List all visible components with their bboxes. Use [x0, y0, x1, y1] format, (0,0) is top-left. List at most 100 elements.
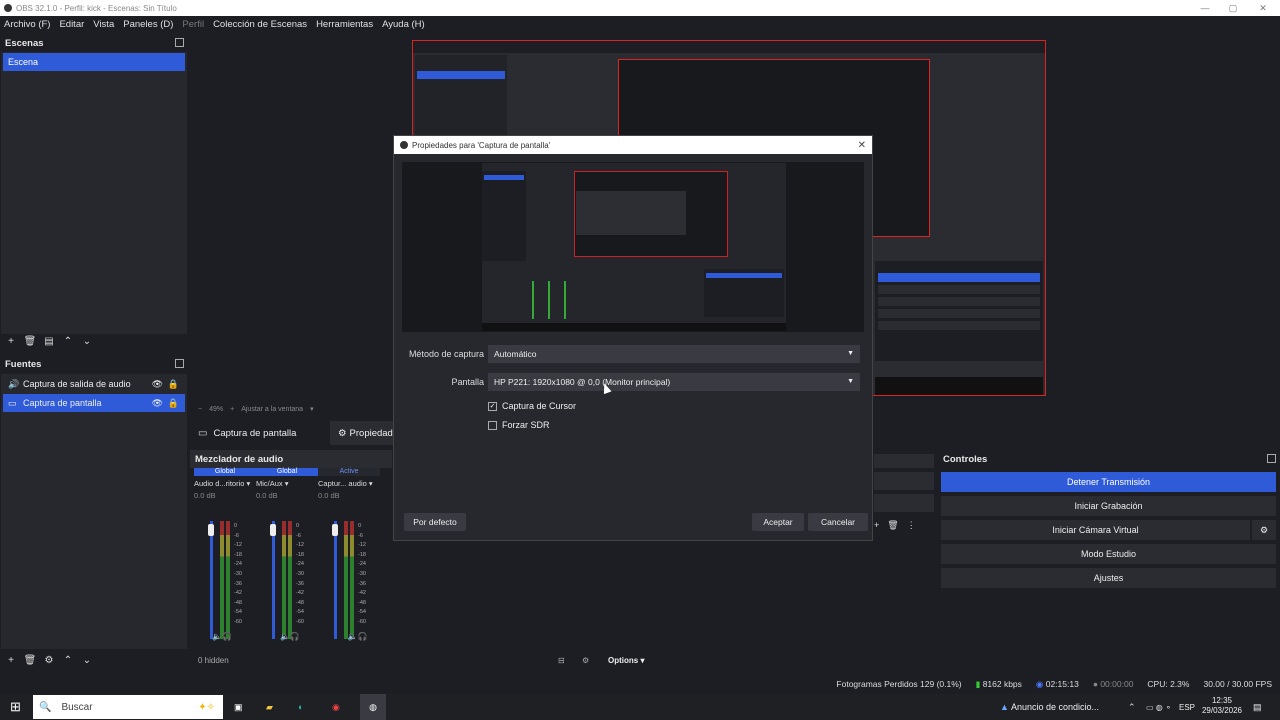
menu-editar[interactable]: Editar: [59, 19, 84, 30]
fader-knob[interactable]: [332, 524, 338, 536]
source-item[interactable]: 🔊 Captura de salida de audio 👁 🔒: [3, 375, 185, 393]
move-up-icon[interactable]: ⌃: [61, 334, 75, 348]
notifications-icon[interactable]: ▤: [1253, 702, 1262, 713]
menu-perfil[interactable]: Perfil: [182, 19, 204, 30]
menu-paneles[interactable]: Paneles (D): [123, 19, 173, 30]
capture-method-label: Método de captura: [408, 349, 484, 359]
chrome-icon[interactable]: ◉: [332, 702, 340, 713]
force-sdr-checkbox[interactable]: Forzar SDR: [488, 420, 550, 430]
close-icon[interactable]: ✕: [858, 140, 866, 151]
channel-name: Captur... audio: [318, 479, 367, 488]
add-icon[interactable]: +: [4, 334, 18, 348]
visibility-eye-icon[interactable]: 👁: [152, 398, 163, 409]
channel-name-dropdown[interactable]: Audio d...ritorio ▾: [194, 479, 256, 488]
menu-herramientas[interactable]: Herramientas: [316, 19, 373, 30]
source-item[interactable]: ▭ Captura de pantalla 👁 🔒: [3, 394, 185, 412]
fit-window-label[interactable]: Ajustar a la ventana: [241, 406, 303, 413]
channel-name-dropdown[interactable]: Captur... audio ▾: [318, 479, 380, 488]
checkbox-empty-icon: [488, 420, 497, 430]
news-widget[interactable]: ▲ Anuncio de condicio...: [1000, 702, 1099, 712]
stop-stream-button[interactable]: Detener Transmisión: [941, 472, 1276, 492]
scenes-title: Escenas: [5, 37, 44, 49]
undock-icon[interactable]: [175, 38, 184, 47]
screen-value: HP P221: 1920x1080 @ 0,0 (Monitor princi…: [494, 377, 671, 387]
start-recording-button[interactable]: Iniciar Grabación: [941, 496, 1276, 516]
maximize-button[interactable]: ▢: [1218, 0, 1248, 16]
fader-knob[interactable]: [208, 524, 214, 536]
window-title: OBS 32.1.0 - Perfil: kick - Escenas: Sin…: [16, 3, 177, 13]
taskbar-search[interactable]: 🔍 Buscar ✦✧: [33, 695, 223, 719]
scene-item[interactable]: Escena: [3, 53, 185, 71]
undock-icon[interactable]: [1267, 454, 1276, 463]
menu-vista[interactable]: Vista: [93, 19, 114, 30]
cancel-button[interactable]: Cancelar: [808, 513, 868, 531]
zoom-out-icon[interactable]: −: [198, 406, 202, 413]
obs-taskbar-icon[interactable]: ◍: [360, 694, 386, 720]
file-explorer-icon[interactable]: ▰: [266, 702, 273, 713]
language-indicator[interactable]: ESP: [1179, 703, 1195, 712]
move-down-icon[interactable]: ⌄: [80, 653, 94, 667]
settings-button[interactable]: Ajustes: [941, 568, 1276, 588]
channel-name-dropdown[interactable]: Mic/Aux ▾: [256, 479, 318, 488]
menu-archivo[interactable]: Archivo (F): [4, 19, 50, 30]
close-window-button[interactable]: ✕: [1248, 0, 1278, 16]
tray-icons[interactable]: ▭ ◍ ⚬: [1146, 703, 1172, 712]
add-icon[interactable]: +: [4, 653, 18, 667]
tray-chevron-icon[interactable]: ⌃: [1128, 702, 1136, 713]
windows-start-icon[interactable]: ⊞: [10, 699, 21, 715]
volume-fader[interactable]: [272, 521, 275, 639]
add-icon[interactable]: +: [874, 520, 879, 534]
zoom-in-icon[interactable]: +: [230, 406, 234, 413]
chevron-down-icon: ▼: [847, 378, 854, 385]
screen-select[interactable]: HP P221: 1920x1080 @ 0,0 (Monitor princi…: [488, 373, 860, 391]
speaker-headphones-icon[interactable]: 🔈🎧: [212, 632, 232, 641]
filter-icon[interactable]: ▤: [42, 334, 56, 348]
preview-nested-dialog: [576, 191, 686, 235]
chevron-down-icon[interactable]: ▾: [310, 405, 314, 413]
trash-icon[interactable]: 🗑: [23, 653, 37, 667]
menu-coleccion[interactable]: Colección de Escenas: [213, 19, 307, 30]
move-up-icon[interactable]: ⌃: [61, 653, 75, 667]
trash-icon[interactable]: 🗑: [23, 334, 37, 348]
gear-icon: ⚙: [338, 427, 347, 439]
duration-spinbox[interactable]: [874, 494, 934, 512]
controls-panel: Controles Detener Transmisión Iniciar Gr…: [938, 450, 1280, 668]
menu-ayuda[interactable]: Ayuda (H): [382, 19, 425, 30]
virtual-camera-gear-icon[interactable]: ⚙: [1252, 520, 1276, 540]
options-button[interactable]: Options ▾: [608, 656, 644, 665]
volume-fader[interactable]: [210, 521, 213, 639]
lock-icon[interactable]: 🔒: [168, 398, 179, 409]
visibility-eye-icon[interactable]: 👁: [152, 379, 163, 390]
properties-button[interactable]: ⚙ Propiedad: [330, 421, 394, 445]
accept-button[interactable]: Aceptar: [752, 513, 804, 531]
preview-nested-meters: [526, 273, 574, 323]
db-scale: 0 -6 -12 -18 -24 -30 -36 -42 -48 -54 -60: [234, 523, 242, 625]
volume-fader[interactable]: [334, 521, 337, 639]
lock-icon[interactable]: 🔒: [168, 379, 179, 390]
clock[interactable]: 12:35 29/03/2026: [1200, 696, 1244, 716]
capture-method-select[interactable]: Automático ▼: [488, 345, 860, 363]
more-icon[interactable]: ⋮: [907, 520, 916, 534]
source-list: 🔊 Captura de salida de audio 👁 🔒 ▭ Captu…: [1, 374, 187, 649]
edge-icon[interactable]: ◐: [298, 702, 303, 712]
search-icon: 🔍: [39, 701, 52, 713]
speaker-headphones-icon[interactable]: 🔈🎧: [348, 632, 368, 641]
gear-icon[interactable]: ⚙: [42, 653, 56, 667]
task-view-icon[interactable]: ▣: [234, 702, 243, 713]
fader-knob[interactable]: [270, 524, 276, 536]
level-meter: [344, 521, 348, 639]
undock-icon[interactable]: [175, 359, 184, 368]
start-virtual-camera-button[interactable]: Iniciar Cámara Virtual: [941, 520, 1250, 540]
move-down-icon[interactable]: ⌄: [80, 334, 94, 348]
defaults-button[interactable]: Por defecto: [404, 513, 466, 531]
stream-time: ◉ 02:15:13: [1035, 678, 1079, 689]
chevron-down-icon: ▾: [284, 479, 289, 488]
trash-icon[interactable]: 🗑: [887, 520, 898, 534]
settings-icon[interactable]: ⚙: [582, 656, 589, 665]
capture-cursor-checkbox[interactable]: ✓ Captura de Cursor: [488, 401, 576, 411]
layout-icon[interactable]: ⊟: [558, 656, 565, 665]
studio-mode-button[interactable]: Modo Estudio: [941, 544, 1276, 564]
minimize-button[interactable]: —: [1190, 0, 1220, 16]
speaker-headphones-icon[interactable]: 🔈🎧: [280, 632, 300, 641]
transition-dropdown[interactable]: [874, 472, 934, 490]
